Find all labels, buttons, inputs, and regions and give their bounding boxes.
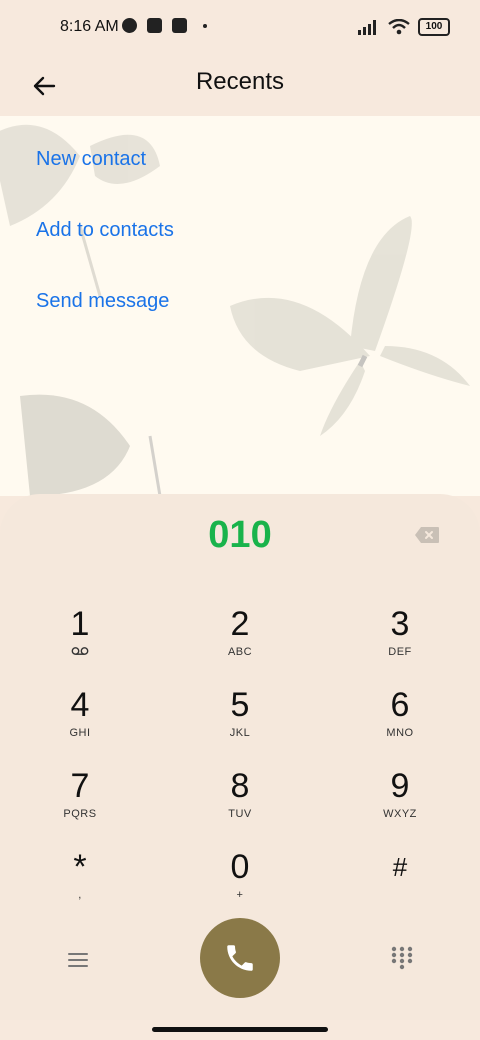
signal-icon <box>358 20 376 35</box>
dialpad-toggle-button[interactable] <box>386 942 418 974</box>
status-bar: 8:16 AM 100 <box>0 0 480 56</box>
app-notification-icon <box>122 18 137 33</box>
voicemail-icon <box>20 646 140 659</box>
key-letters: PQRS <box>63 808 97 820</box>
key-2[interactable]: 2 ABC <box>180 606 300 676</box>
key-digit: # <box>392 852 408 882</box>
menu-icon <box>68 953 88 967</box>
phone-icon <box>227 945 253 971</box>
upload-icon <box>172 18 187 33</box>
key-digit: 3 <box>390 605 410 643</box>
key-letters: , <box>78 889 82 901</box>
key-letters: MNO <box>386 727 414 739</box>
key-letters: TUV <box>228 808 252 820</box>
key-digit: 2 <box>230 605 250 643</box>
key-digit: 4 <box>70 686 90 724</box>
key-hash[interactable]: # <box>340 849 460 919</box>
menu-button[interactable] <box>62 946 94 974</box>
key-4[interactable]: 4 GHI <box>20 687 140 757</box>
dialpad-panel: 010 1 2 ABC 3 DEF 4 GHI 5 JKL 6 MNO 7 PQ… <box>0 494 480 1020</box>
system-status-icons: 100 <box>358 18 450 36</box>
actions-panel: New contact Add to contacts Send message <box>0 116 480 496</box>
page-title: Recents <box>195 68 285 95</box>
call-button[interactable] <box>200 918 280 998</box>
key-1[interactable]: 1 <box>20 606 140 676</box>
key-letters: + <box>236 889 244 901</box>
dialpad-actions <box>0 918 480 1008</box>
key-letters: WXYZ <box>383 808 417 820</box>
key-7[interactable]: 7 PQRS <box>20 768 140 838</box>
key-digit: 8 <box>230 767 250 805</box>
key-6[interactable]: 6 MNO <box>340 687 460 757</box>
key-digit: 5 <box>230 686 250 724</box>
key-letters: DEF <box>388 646 412 658</box>
key-digit: 6 <box>390 686 410 724</box>
more-dot-icon <box>203 23 207 28</box>
wifi-icon <box>388 19 410 35</box>
app-header: Recents <box>0 56 480 116</box>
key-digit: 0 <box>230 848 250 886</box>
key-letters: GHI <box>69 727 91 739</box>
key-digit: 1 <box>70 605 90 643</box>
key-3[interactable]: 3 DEF <box>340 606 460 676</box>
key-digit: 7 <box>70 767 90 805</box>
new-contact-link[interactable]: New contact <box>36 148 146 171</box>
send-message-link[interactable]: Send message <box>36 290 169 313</box>
square-notification-icon <box>147 18 162 33</box>
key-0[interactable]: 0 + <box>180 849 300 919</box>
key-letters: JKL <box>229 727 251 739</box>
key-5[interactable]: 5 JKL <box>180 687 300 757</box>
backspace-button[interactable] <box>414 526 440 546</box>
home-indicator[interactable] <box>152 1027 328 1032</box>
key-digit: 9 <box>390 767 410 805</box>
key-digit: * <box>73 848 87 886</box>
key-star[interactable]: * , <box>20 849 140 919</box>
key-letters: ABC <box>227 646 253 658</box>
dialed-number: 010 <box>208 514 272 556</box>
key-8[interactable]: 8 TUV <box>180 768 300 838</box>
status-time: 8:16 AM <box>60 18 119 35</box>
battery-icon: 100 <box>418 18 450 36</box>
add-to-contacts-link[interactable]: Add to contacts <box>36 219 174 242</box>
notification-icons <box>122 18 207 33</box>
key-9[interactable]: 9 WXYZ <box>340 768 460 838</box>
dialpad-grid-icon <box>391 946 413 970</box>
backspace-icon <box>415 527 439 543</box>
